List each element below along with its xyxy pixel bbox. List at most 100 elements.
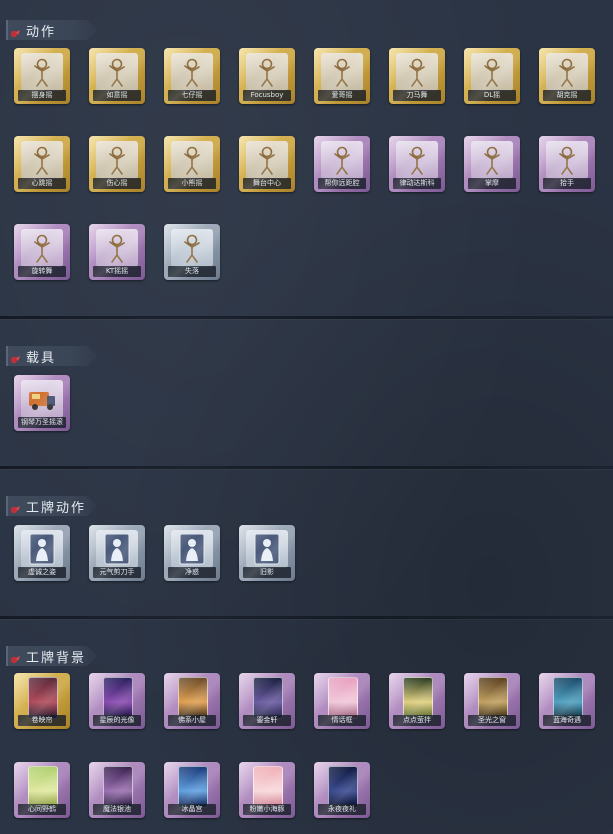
character-pose-icon bbox=[171, 229, 213, 267]
item-card: 如意摇 bbox=[89, 48, 145, 104]
character-pose-icon bbox=[321, 141, 363, 179]
item-name: 小熊摇 bbox=[168, 178, 216, 189]
item-card: 律动达斯科 bbox=[389, 136, 445, 192]
collection-item[interactable]: 钢琴万圣摇滚 bbox=[14, 375, 70, 431]
collection-item[interactable]: 小熊摇 bbox=[164, 136, 220, 192]
collection-item[interactable]: 胡克摇 bbox=[539, 48, 595, 104]
character-pose-icon bbox=[471, 141, 513, 179]
item-name: 掌摩 bbox=[468, 178, 516, 189]
item-card: 冰晶宫 bbox=[164, 762, 220, 818]
item-card: 小熊摇 bbox=[164, 136, 220, 192]
collection-item[interactable]: 永夜夜礼 bbox=[314, 762, 370, 818]
collection-item[interactable]: 摆身摇 bbox=[14, 48, 70, 104]
collection-item[interactable]: 心跳摇 bbox=[14, 136, 70, 192]
collection-item[interactable]: 情话框 bbox=[314, 673, 370, 729]
collection-item[interactable]: 魔法银池 bbox=[89, 762, 145, 818]
item-card: DL摇 bbox=[464, 48, 520, 104]
item-name: 蓝海奇遇 bbox=[543, 715, 591, 726]
frame-background-icon bbox=[253, 677, 283, 719]
section-divider bbox=[0, 466, 613, 469]
item-name: 鎏金轩 bbox=[243, 715, 291, 726]
collection-item[interactable]: 冰晶宫 bbox=[164, 762, 220, 818]
collection-item[interactable]: 伤心摇 bbox=[89, 136, 145, 192]
item-card: 点点萤拌 bbox=[389, 673, 445, 729]
item-card: 虚诚之姿 bbox=[14, 525, 70, 581]
collection-item[interactable]: 圣光之窗 bbox=[464, 673, 520, 729]
item-card: 伤心摇 bbox=[89, 136, 145, 192]
silhouette-card-icon bbox=[21, 530, 63, 568]
collection-item[interactable]: 卷映帘 bbox=[14, 673, 70, 729]
item-name: 拾手 bbox=[543, 178, 591, 189]
collection-item[interactable]: 旋转舞 bbox=[14, 224, 70, 280]
red-ribbon-icon bbox=[10, 24, 20, 38]
character-pose-icon bbox=[246, 141, 288, 179]
silhouette-card-icon bbox=[96, 530, 138, 568]
collection-item[interactable]: KT摇摇 bbox=[89, 224, 145, 280]
character-pose-icon bbox=[21, 53, 63, 91]
collection-item[interactable]: 失落 bbox=[164, 224, 220, 280]
item-card: 旋转舞 bbox=[14, 224, 70, 280]
item-name: 净惑 bbox=[168, 567, 216, 578]
item-name: 刀马舞 bbox=[393, 90, 441, 101]
collection-item[interactable]: 净惑 bbox=[164, 525, 220, 581]
frame-background-icon bbox=[553, 677, 583, 719]
item-card: 粉嫩小海豚 bbox=[239, 762, 295, 818]
collection-item[interactable]: 舞台中心 bbox=[239, 136, 295, 192]
silhouette-card-icon bbox=[171, 530, 213, 568]
item-card: 心间野鹤 bbox=[14, 762, 70, 818]
item-name: 失落 bbox=[168, 266, 216, 277]
collection-item[interactable]: 粉嫩小海豚 bbox=[239, 762, 295, 818]
frame-background-icon bbox=[328, 766, 358, 808]
collection-item[interactable]: 星辰的光像 bbox=[89, 673, 145, 729]
item-card: 帮你远距腔 bbox=[314, 136, 370, 192]
collection-item[interactable]: 爱哥摇 bbox=[314, 48, 370, 104]
item-card: 胡克摇 bbox=[539, 48, 595, 104]
item-name: 卷映帘 bbox=[18, 715, 66, 726]
frame-background-icon bbox=[178, 677, 208, 719]
item-card: 元气剪刀手 bbox=[89, 525, 145, 581]
item-name: 圣光之窗 bbox=[468, 715, 516, 726]
item-name: 律动达斯科 bbox=[393, 178, 441, 189]
collection-item[interactable]: 点点萤拌 bbox=[389, 673, 445, 729]
item-card: 心跳摇 bbox=[14, 136, 70, 192]
collection-item[interactable]: 旧影 bbox=[239, 525, 295, 581]
section-divider bbox=[0, 316, 613, 319]
item-name: 伤心摇 bbox=[93, 178, 141, 189]
item-name: 如意摇 bbox=[93, 90, 141, 101]
collection-item[interactable]: 帮你远距腔 bbox=[314, 136, 370, 192]
collection-item[interactable]: 律动达斯科 bbox=[389, 136, 445, 192]
collection-item[interactable]: 刀马舞 bbox=[389, 48, 445, 104]
collection-item[interactable]: 蓝海奇遇 bbox=[539, 673, 595, 729]
item-name: 永夜夜礼 bbox=[318, 804, 366, 815]
collection-item[interactable]: 掌摩 bbox=[464, 136, 520, 192]
item-card: 魔法银池 bbox=[89, 762, 145, 818]
item-card: 舞台中心 bbox=[239, 136, 295, 192]
section-title: 动作 bbox=[26, 25, 57, 40]
collection-item[interactable]: 如意摇 bbox=[89, 48, 145, 104]
character-pose-icon bbox=[546, 141, 588, 179]
collection-item[interactable]: 元气剪刀手 bbox=[89, 525, 145, 581]
item-name: 舞台中心 bbox=[243, 178, 291, 189]
item-name: 旋转舞 bbox=[18, 266, 66, 277]
item-name: 虚诚之姿 bbox=[18, 567, 66, 578]
collection-item[interactable]: 虚诚之姿 bbox=[14, 525, 70, 581]
collection-item[interactable]: 佛系小屋 bbox=[164, 673, 220, 729]
collection-item[interactable]: Focusboy bbox=[239, 48, 295, 104]
item-name: 佛系小屋 bbox=[168, 715, 216, 726]
item-card: 鎏金轩 bbox=[239, 673, 295, 729]
item-name: 点点萤拌 bbox=[393, 715, 441, 726]
character-pose-icon bbox=[96, 141, 138, 179]
item-name: 粉嫩小海豚 bbox=[243, 804, 291, 815]
collection-item[interactable]: 拾手 bbox=[539, 136, 595, 192]
frame-background-icon bbox=[28, 677, 58, 719]
item-card: 蓝海奇遇 bbox=[539, 673, 595, 729]
collection-item[interactable]: 心间野鹤 bbox=[14, 762, 70, 818]
character-pose-icon bbox=[246, 53, 288, 91]
collection-item[interactable]: DL摇 bbox=[464, 48, 520, 104]
item-name: 旧影 bbox=[243, 567, 291, 578]
red-ribbon-icon bbox=[10, 650, 20, 664]
item-name: 心间野鹤 bbox=[18, 804, 66, 815]
item-name: KT摇摇 bbox=[93, 266, 141, 277]
collection-item[interactable]: 鎏金轩 bbox=[239, 673, 295, 729]
collection-item[interactable]: 七仔摇 bbox=[164, 48, 220, 104]
